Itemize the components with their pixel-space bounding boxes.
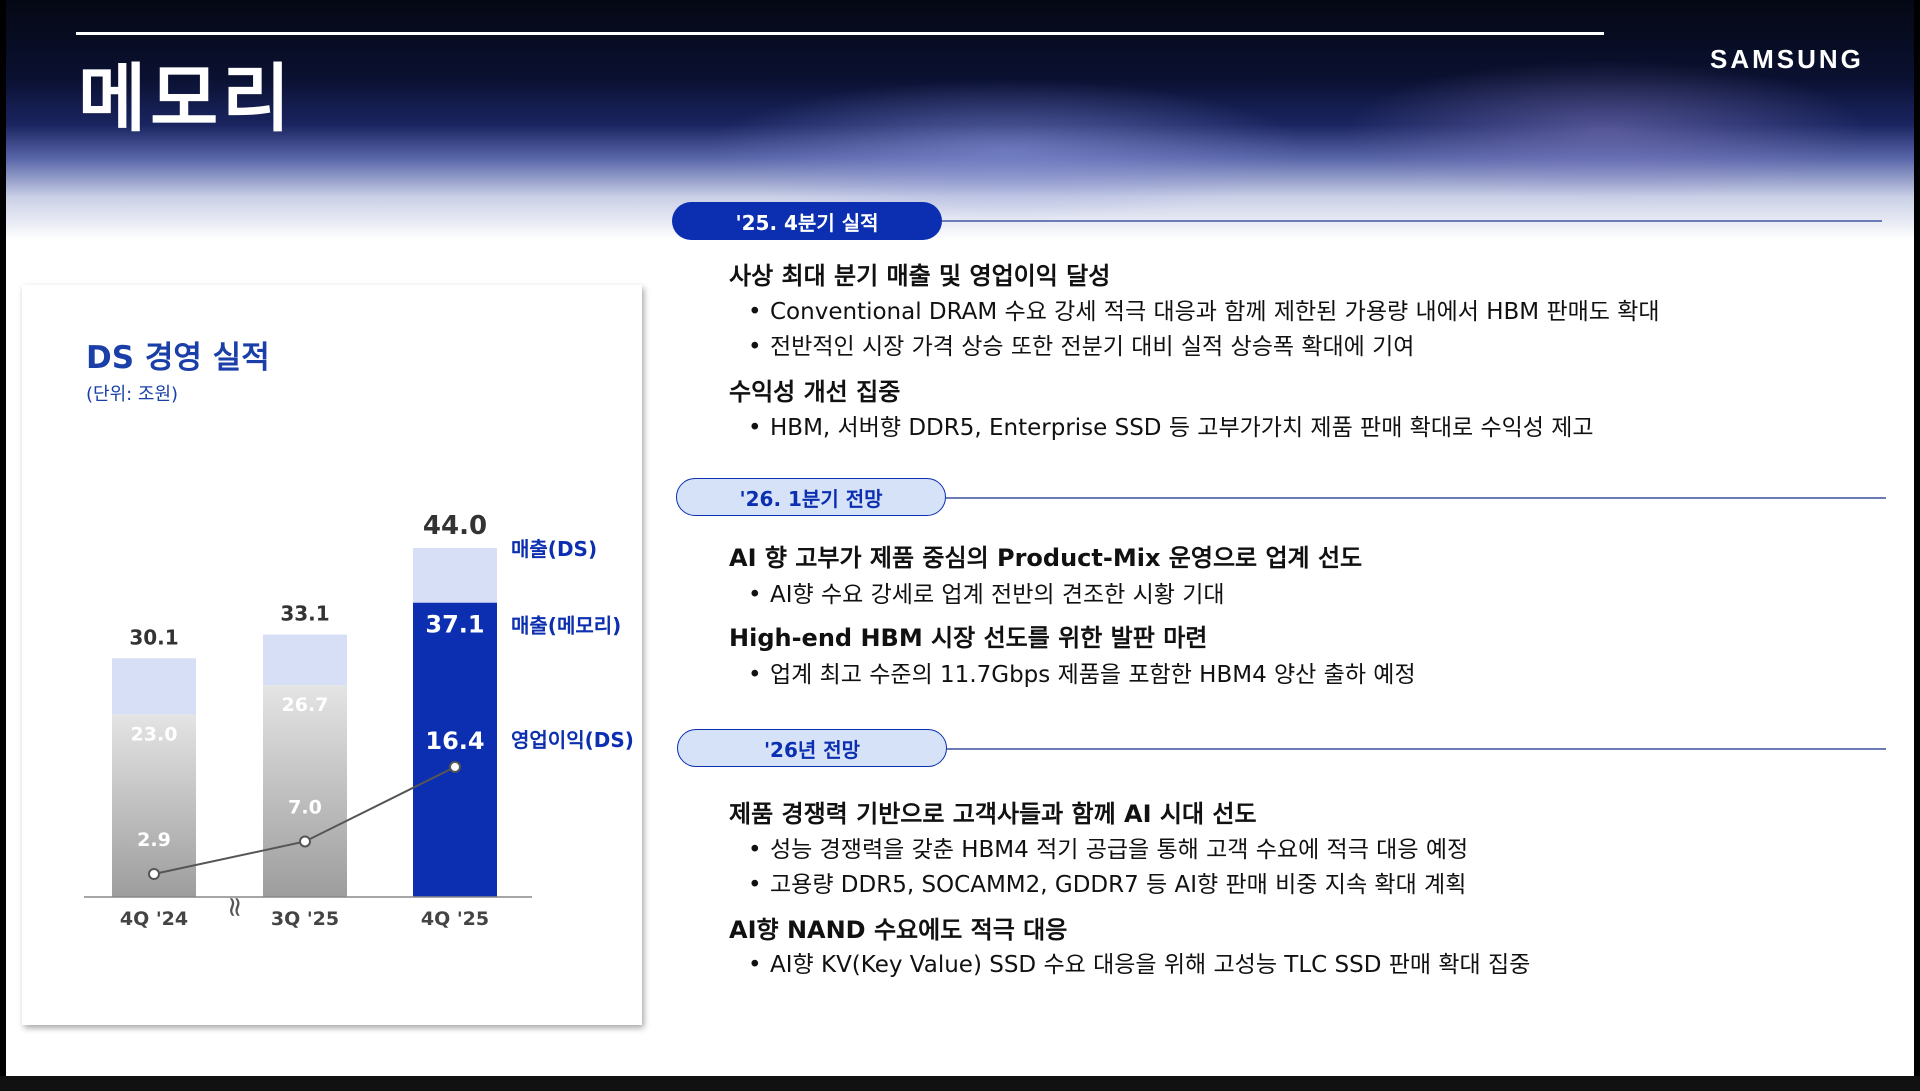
data-label-revenue-memory: 23.0 [131,724,178,746]
section-rule [947,748,1886,750]
data-label-revenue-ds: 44.0 [423,511,487,541]
legend-label: 매출(DS) [511,537,597,561]
slide: 메모리 SAMSUNG DS 경영 실적 (단위: 조원) 30.1 23.0 2.… [6,0,1914,1076]
x-tick-label: 3Q '25 [271,908,339,930]
data-label-operating-profit: 16.4 [425,727,484,755]
data-label-revenue-ds: 33.1 [280,601,329,625]
operating-profit-point [299,835,311,848]
section-rule [942,220,1882,222]
operating-profit-point [148,867,160,880]
section-heading: High-end HBM 시장 선도를 위한 발판 마련 [729,624,1208,652]
bullet-item: • AI향 수요 강세로 업계 전반의 견조한 시황 기대 [748,582,1225,608]
bullet-item: • 고용량 DDR5, SOCAMM2, GDDR7 등 AI향 판매 비중 지속… [748,872,1467,898]
samsung-logo: SAMSUNG [1710,44,1864,74]
bottom-bar [0,1076,1920,1091]
data-label-revenue-ds: 30.1 [129,625,178,649]
section-rule [946,497,1886,499]
section-pill-q1-26: '26. 1분기 전망 [676,478,946,516]
legend-label: 매출(메모리) [511,614,621,638]
bar-revenue-ds [413,548,497,603]
bullet-item: • 성능 경쟁력을 갖춘 HBM4 적기 공급을 통해 고객 수요에 적극 대응 … [748,837,1469,863]
section-pill-2026: '26년 전망 [677,729,947,767]
x-tick-label: 4Q '24 [120,908,188,930]
section-heading: 제품 경쟁력 기반으로 고객사들과 함께 AI 시대 선도 [729,800,1257,828]
data-label-operating-profit: 7.0 [288,796,322,818]
data-label-revenue-memory: 26.7 [282,694,329,716]
bar-revenue-ds [112,658,196,715]
section-heading: 수익성 개선 집중 [729,378,901,406]
data-label-operating-profit: 2.9 [137,829,171,851]
section-pill-q4-25: '25. 4분기 실적 [672,202,942,240]
bullet-item: • 전반적인 시장 가격 상승 또한 전분기 대비 실적 상승폭 확대에 기여 [748,334,1415,360]
bar-revenue-ds [263,634,347,686]
bullet-item: • AI향 KV(Key Value) SSD 수요 대응을 위해 고성능 TLC… [748,952,1531,978]
data-label-revenue-memory: 37.1 [425,611,484,639]
section-heading: 사상 최대 분기 매출 및 영업이익 달성 [729,262,1111,290]
section-heading: AI 향 고부가 제품 중심의 Product-Mix 운영으로 업계 선도 [729,544,1363,572]
axis-break-mark: ≈ [219,895,252,918]
section-heading: AI향 NAND 수요에도 적극 대응 [729,916,1068,944]
performance-chart: 30.1 23.0 2.9 4Q '24 33.1 26.7 7.0 3Q '25 44.0 37… [84,511,634,930]
bullet-item: • 업계 최고 수준의 11.7Gbps 제품을 포함한 HBM4 양산 출하 예… [748,662,1416,688]
bullet-item: • HBM, 서버향 DDR5, Enterprise SSD 등 고부가가치 제… [748,415,1594,441]
bullet-item: • Conventional DRAM 수요 강세 적극 대응과 함께 제한된 가… [748,299,1660,325]
x-tick-label: 4Q '25 [421,908,489,930]
bar-revenue-memory [263,685,347,897]
operating-profit-point [449,760,461,773]
legend-label: 영업이익(DS) [511,728,634,752]
